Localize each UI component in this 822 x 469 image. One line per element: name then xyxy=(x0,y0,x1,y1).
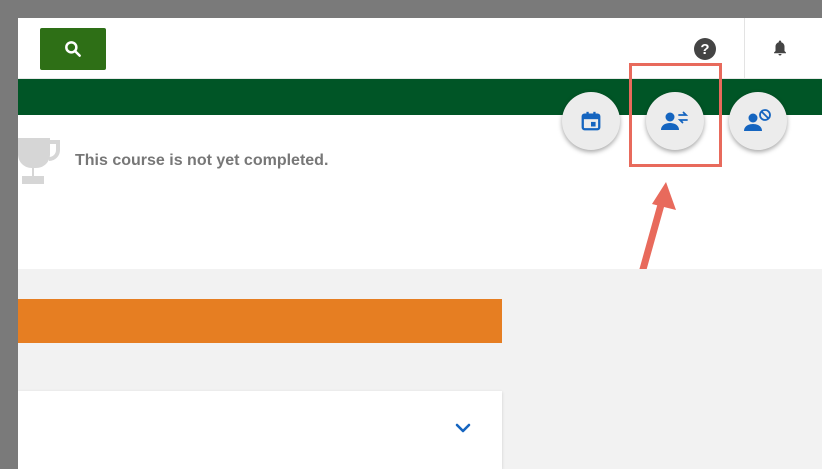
chevron-down-icon[interactable] xyxy=(454,421,472,435)
side-panel xyxy=(502,269,822,469)
calendar-icon xyxy=(581,111,601,131)
help-icon: ? xyxy=(700,40,710,58)
search-icon xyxy=(65,41,81,57)
trophy-icon xyxy=(18,138,60,184)
user-block-icon xyxy=(744,109,771,131)
help-button[interactable]: ? xyxy=(694,38,716,60)
annotation-highlight-box xyxy=(629,63,722,167)
course-status: This course is not yet completed. xyxy=(18,130,558,190)
block-user-button[interactable] xyxy=(729,92,787,150)
section-header-bar xyxy=(18,299,502,343)
topbar-divider xyxy=(744,18,745,78)
app-viewport: ? This course is not yet completed. xyxy=(18,18,822,469)
course-status-text: This course is not yet completed. xyxy=(75,152,329,169)
bell-icon xyxy=(774,40,786,56)
schedule-button[interactable] xyxy=(562,92,620,150)
collapsible-card[interactable] xyxy=(18,391,502,469)
notifications-button[interactable] xyxy=(768,36,792,60)
search-button[interactable] xyxy=(40,28,106,70)
